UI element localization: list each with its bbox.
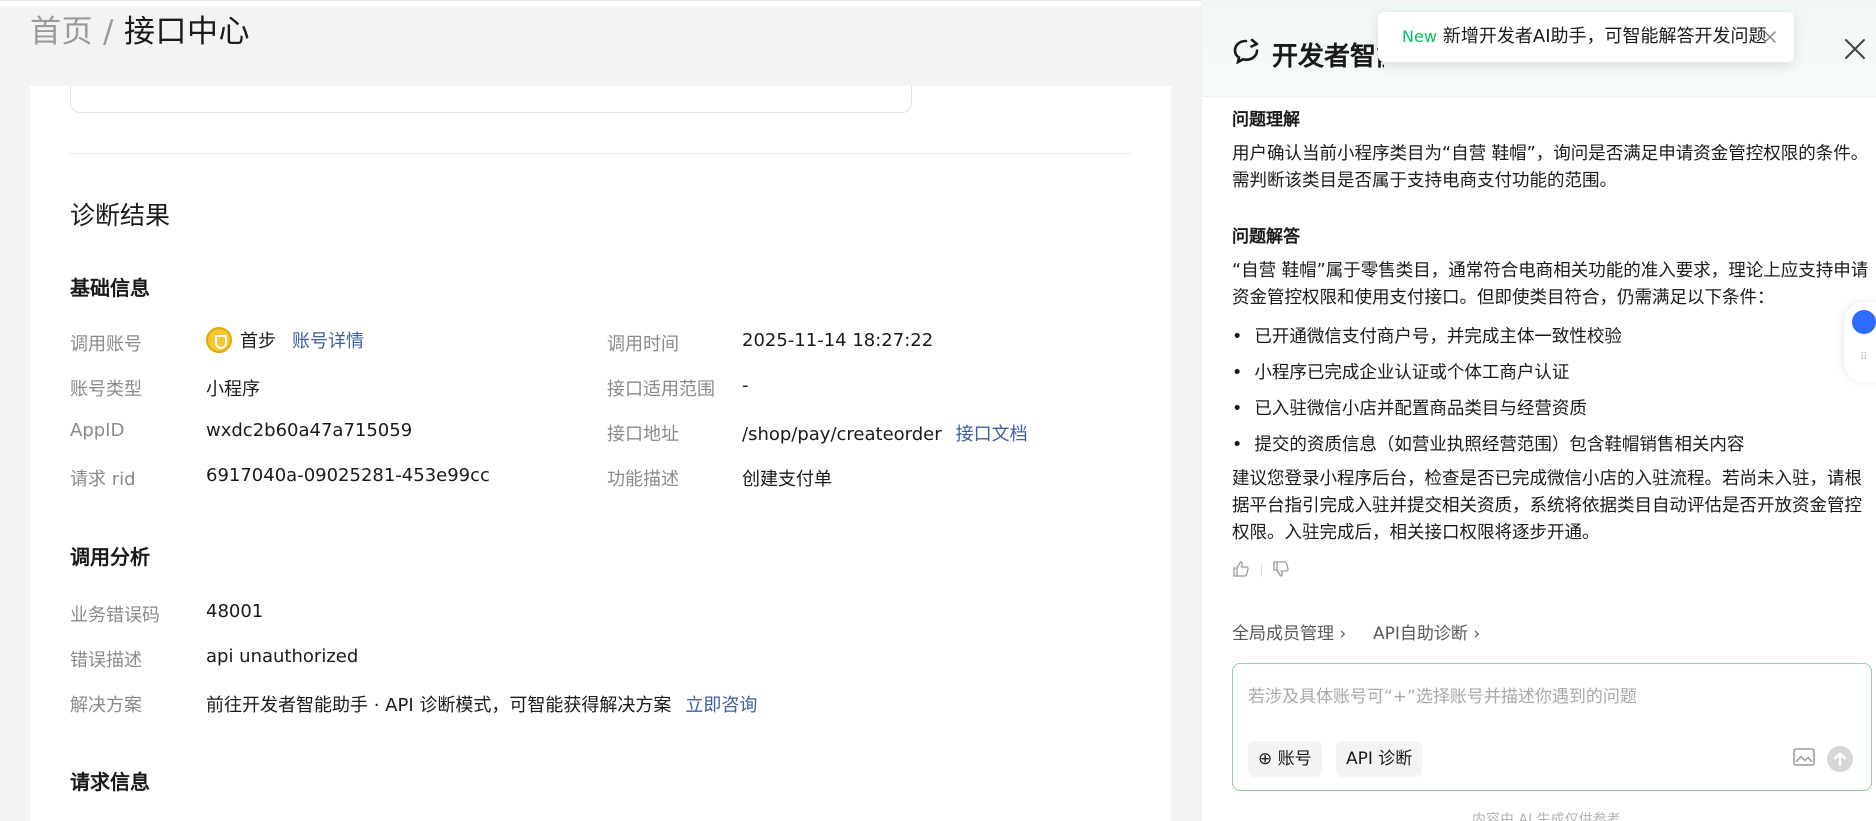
account-detail-link[interactable]: 账号详情 [292,331,364,352]
consult-now-link[interactable]: 立即咨询 [685,695,757,716]
quick-link-member-management[interactable]: 全局成员管理 › [1232,619,1346,644]
scope-value: - [742,375,749,396]
error-desc-label: 错误描述 [70,650,142,671]
api-url-text: /shop/pay/createorder [742,424,942,445]
api-doc-link[interactable]: 接口文档 [956,424,1028,445]
appid-label: AppID [70,420,125,441]
feedback-divider [1261,563,1262,577]
appid-value: wxdc2b60a47a715059 [206,420,413,441]
answer-heading: 问题解答 [1232,227,1300,247]
quick-link-label: 全局成员管理 [1232,624,1334,644]
breadcrumb-separator: / [103,14,114,50]
quick-link-api-diagnosis[interactable]: API自助诊断 › [1373,619,1480,644]
breadcrumb: 首页 / 接口中心 [30,12,250,52]
thumbs-down-icon[interactable] [1272,560,1290,578]
call-account-value: 首步 账号详情 [206,327,364,355]
solution-value: 前往开发者智能助手 · API 诊断模式，可智能获得解决方案 立即咨询 [206,691,757,717]
chat-input-box[interactable]: 若涉及具体账号可“+”选择账号并描述你遇到的问题 ⊕ 账号 API 诊断 [1232,663,1872,791]
answer-bullet: 提交的资质信息（如营业执照经营范围）包含鞋帽销售相关内容 [1232,431,1744,456]
rid-label: 请求 rid [70,469,136,490]
scope-label: 接口适用范围 [607,379,715,400]
func-value: 创建支付单 [742,469,832,490]
request-info-title: 请求信息 [70,770,150,794]
solution-label: 解决方案 [70,695,142,716]
chevron-right-icon: › [1473,624,1481,644]
api-url-label: 接口地址 [607,424,679,445]
toast-text: 新增开发者AI助手，可智能解答开发问题 [1442,26,1767,47]
chat-input-placeholder[interactable]: 若涉及具体账号可“+”选择账号并描述你遇到的问题 [1248,682,1637,707]
call-time-label: 调用时间 [607,334,679,355]
panel-title: 开发者智能助手 [1272,42,1384,72]
answer-bullet: 已入驻微信小店并配置商品类目与经营资质 [1232,395,1587,420]
drag-handle-icon[interactable]: ⠿ [1860,352,1867,363]
thumbs-up-icon[interactable] [1232,560,1250,578]
call-time-value: 2025-11-14 18:27:22 [742,330,934,351]
section-divider [70,153,1131,154]
floating-assistant-tab[interactable]: ⠿ [1844,302,1876,382]
quick-link-label: API自助诊断 [1373,624,1468,644]
api-url-value: /shop/pay/createorder 接口文档 [742,420,1028,446]
analysis-title: 调用分析 [70,545,150,569]
error-code-label: 业务错误码 [70,605,160,626]
answer-bullet: 已开通微信支付商户号，并完成主体一致性校验 [1232,323,1622,348]
arrow-up-icon [1833,752,1847,767]
error-desc-value: api unauthorized [206,646,359,667]
account-avatar-icon [206,327,232,353]
solution-text: 前往开发者智能助手 · API 诊断模式，可智能获得解决方案 [206,695,672,716]
add-account-button[interactable]: ⊕ 账号 [1248,741,1322,777]
account-type-value: 小程序 [206,379,260,400]
call-account-name: 首步 [240,331,276,352]
breadcrumb-current: 接口中心 [123,14,250,50]
func-label: 功能描述 [607,469,679,490]
answer-outro: 建议您登录小程序后台，检查是否已完成微信小店的入驻流程。若尚未入驻，请根据平台指… [1232,469,1862,543]
toast-close-icon[interactable] [1764,31,1776,43]
ai-assistant-panel: 开发者智能助手 问题理解 用户确认当前小程序类目为“自营 鞋帽”，询问是否满足申… [1201,0,1876,821]
ai-footnote: 内容由 AI 生成仅供参考 [1472,812,1621,821]
diagnosis-card: 诊断结果 基础信息 调用账号 首步 账号详情 账号类型 小程序 AppID wxd… [30,86,1171,821]
image-upload-icon[interactable] [1793,748,1815,766]
previous-section-box [70,86,912,113]
basic-info-title: 基础信息 [70,276,150,300]
answer-bullet: 小程序已完成企业认证或个体工商户认证 [1232,359,1569,384]
call-account-label: 调用账号 [70,334,142,355]
api-diagnosis-button[interactable]: API 诊断 [1336,741,1423,777]
diagnosis-title: 诊断结果 [70,201,171,230]
send-button[interactable] [1827,746,1853,772]
add-circle-icon: ⊕ [1258,749,1273,769]
account-type-label: 账号类型 [70,379,142,400]
error-code-value: 48001 [206,601,264,622]
new-feature-toast: New 新增开发者AI助手，可智能解答开发问题 [1378,12,1794,62]
panel-close-icon[interactable] [1844,38,1866,60]
add-account-label: 账号 [1277,749,1312,769]
understanding-heading: 问题理解 [1232,110,1300,130]
understanding-text: 用户确认当前小程序类目为“自营 鞋帽”，询问是否满足申请资金管控权限的条件。需判… [1232,144,1869,191]
chat-refresh-icon [1233,38,1259,64]
assistant-bubble-icon [1852,310,1876,334]
new-tag: New [1402,27,1437,46]
chevron-right-icon: › [1339,624,1347,644]
rid-value: 6917040a-09025281-453e99cc [206,465,490,486]
breadcrumb-home[interactable]: 首页 [30,14,93,50]
answer-intro: “自营 鞋帽”属于零售类目，通常符合电商相关功能的准入要求，理论上应支持申请资金… [1232,261,1869,308]
